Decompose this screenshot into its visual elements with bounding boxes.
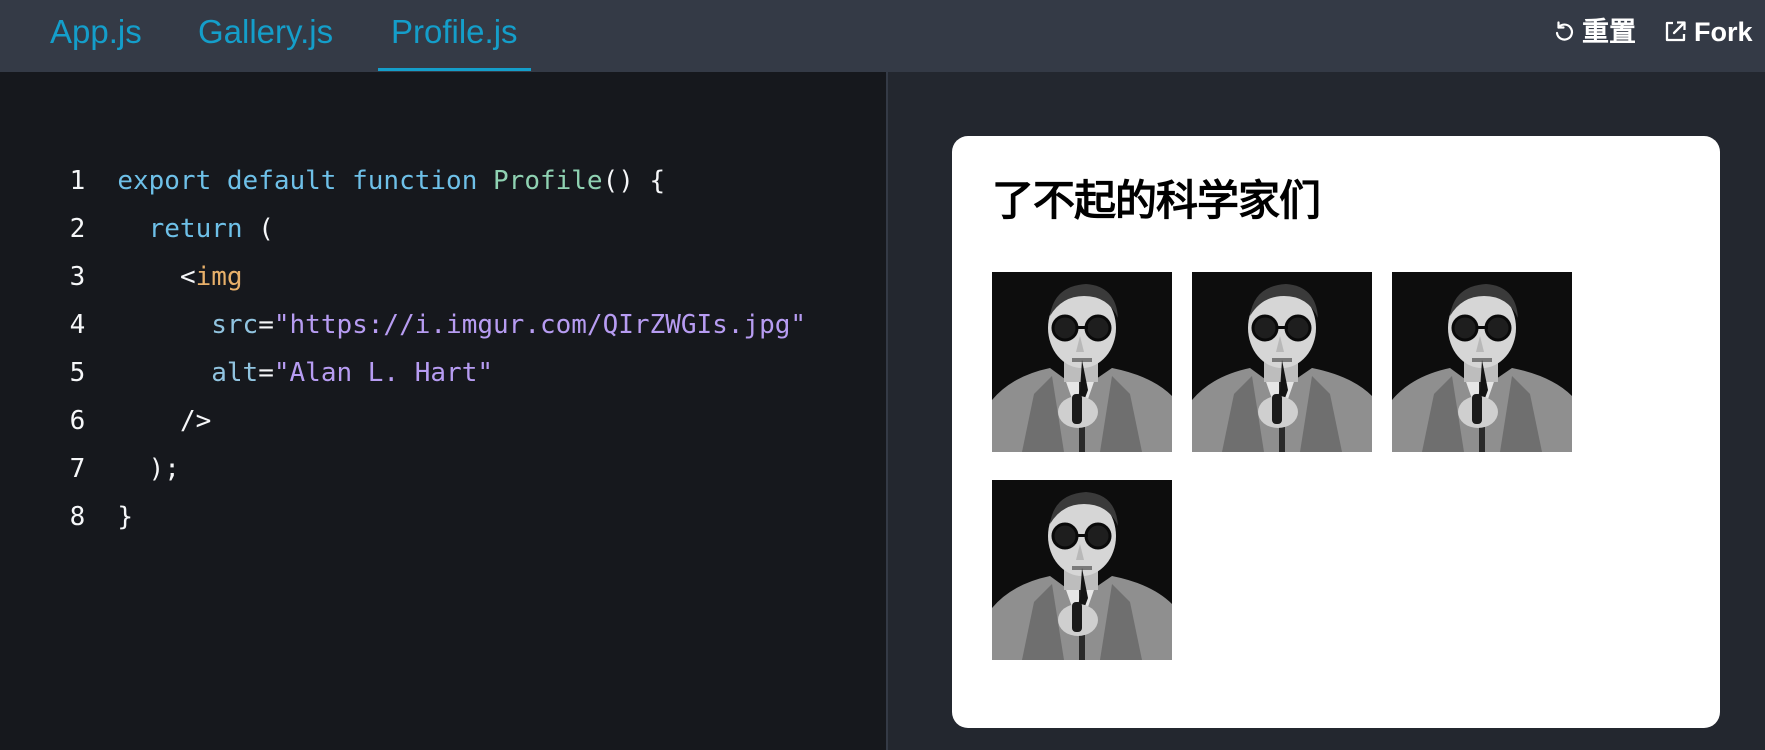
code-line: 8} — [0, 445, 133, 532]
fork-button[interactable]: Fork — [1662, 0, 1753, 64]
code-line: 7 ); — [0, 397, 180, 484]
profile-image — [1192, 272, 1372, 452]
reset-button[interactable]: 重置 — [1552, 0, 1636, 64]
line-number: 8 — [69, 502, 86, 532]
code-line: 3 <img — [0, 205, 243, 292]
profile-image — [992, 480, 1172, 660]
code-line: 1 export default function Profile() { — [0, 109, 666, 196]
code-line: 6 /> — [0, 349, 212, 436]
reset-icon — [1552, 20, 1576, 44]
external-link-icon — [1662, 19, 1688, 45]
fork-label: Fork — [1694, 17, 1753, 47]
page-title: 了不起的科学家们 — [992, 176, 1321, 225]
tab-profile-js[interactable]: Profile.js — [378, 0, 531, 71]
portrait-picture — [992, 480, 1172, 660]
reset-label: 重置 — [1582, 17, 1636, 47]
profile-image — [1392, 272, 1572, 452]
tab-app-js[interactable]: App.js — [50, 0, 142, 68]
tab-gallery-js[interactable]: Gallery.js — [198, 0, 333, 68]
code-line: 4 src="https://i.imgur.com/QIrZWGIs.jpg" — [0, 253, 806, 340]
code-line: 2 return ( — [0, 157, 274, 244]
code-line: 5 alt="Alan L. Hart" — [0, 301, 493, 388]
file-tab-bar: App.js Gallery.js Profile.js 重置 Fork — [0, 0, 1765, 72]
portrait-picture — [992, 272, 1172, 452]
preview-card: 了不起的科学家们 — [952, 136, 1720, 728]
profile-image — [992, 272, 1172, 452]
portrait-picture — [1192, 272, 1372, 452]
portrait-picture — [1392, 272, 1572, 452]
